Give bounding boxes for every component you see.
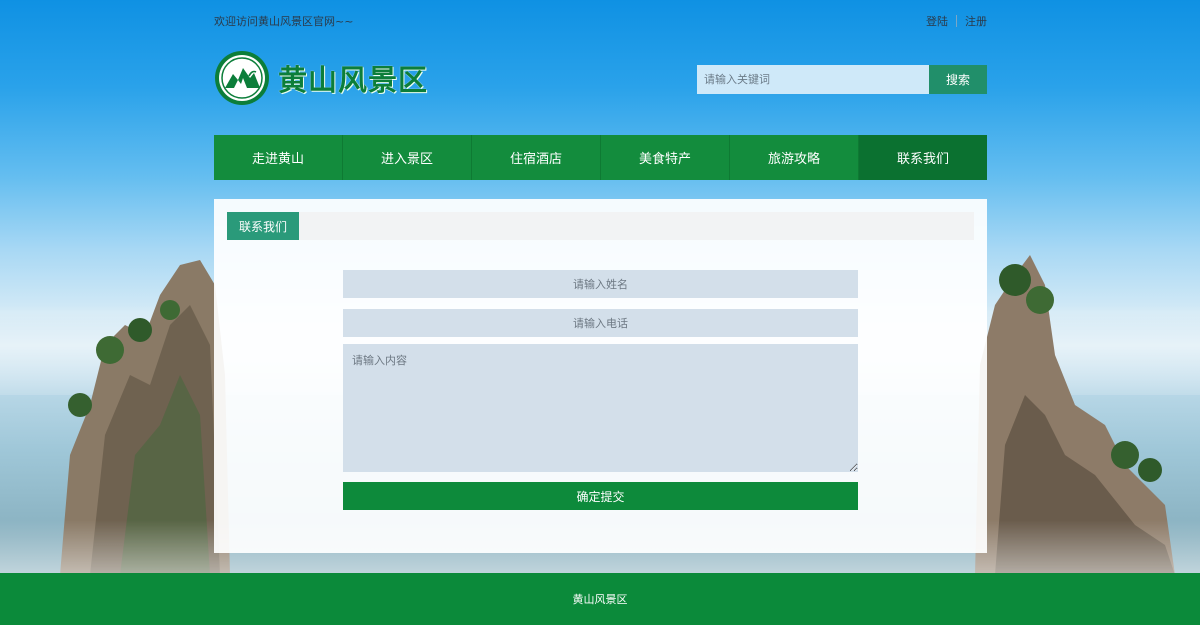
- search-button[interactable]: 搜索: [929, 65, 987, 94]
- huangshan-emblem-icon: [215, 50, 269, 105]
- main-nav: 走进黄山 进入景区 住宿酒店 美食特产 旅游攻略 联系我们: [214, 135, 987, 180]
- site-header: 黄山风景区 搜索: [214, 50, 987, 105]
- nav-item-about[interactable]: 走进黄山: [214, 135, 343, 180]
- name-input[interactable]: [343, 270, 858, 298]
- login-link[interactable]: 登陆: [926, 13, 948, 29]
- link-divider: [956, 15, 957, 27]
- nav-item-contact[interactable]: 联系我们: [859, 135, 987, 180]
- welcome-text: 欢迎访问黄山风景区官网~~: [214, 15, 354, 28]
- site-logo-text: 黄山风景区: [278, 62, 429, 97]
- contact-panel: 联系我们 确定提交: [214, 199, 987, 553]
- panel-tab-contact: 联系我们: [227, 212, 299, 240]
- site-footer: 黄山风景区: [0, 573, 1200, 625]
- nav-item-scenic-area[interactable]: 进入景区: [343, 135, 472, 180]
- submit-button[interactable]: 确定提交: [343, 482, 858, 510]
- contact-form: 确定提交: [343, 270, 858, 510]
- panel-header: 联系我们: [227, 212, 974, 240]
- content-textarea[interactable]: [343, 344, 858, 472]
- nav-item-hotels[interactable]: 住宿酒店: [472, 135, 601, 180]
- nav-item-travel-guide[interactable]: 旅游攻略: [730, 135, 859, 180]
- auth-links: 登陆 注册: [926, 13, 987, 29]
- top-bar: 欢迎访问黄山风景区官网~~ 登陆 注册: [214, 12, 987, 30]
- site-logo[interactable]: 黄山风景区: [214, 50, 428, 106]
- search-bar: 搜索: [697, 65, 987, 94]
- phone-input[interactable]: [343, 309, 858, 337]
- nav-item-food[interactable]: 美食特产: [601, 135, 730, 180]
- register-link[interactable]: 注册: [965, 13, 987, 29]
- footer-text: 黄山风景区: [572, 593, 628, 606]
- search-input[interactable]: [697, 65, 929, 94]
